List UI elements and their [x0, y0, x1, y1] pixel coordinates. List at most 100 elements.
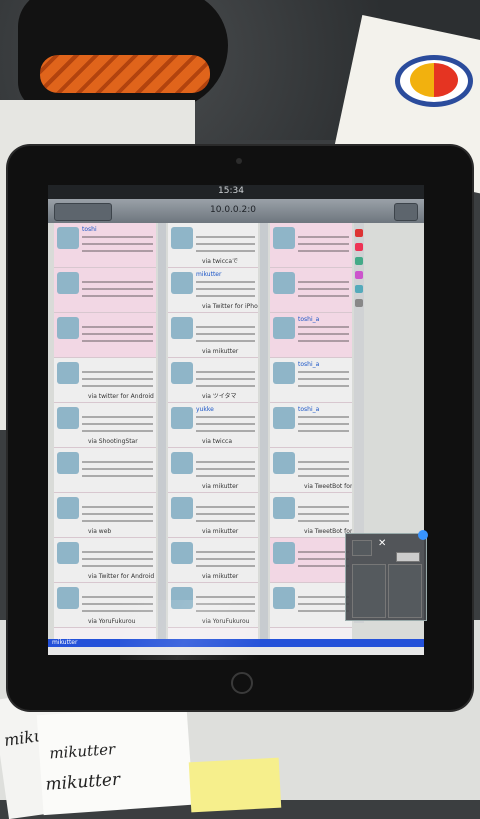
avatar[interactable] — [273, 452, 295, 474]
avatar[interactable] — [273, 227, 295, 249]
timeline-post[interactable] — [54, 313, 156, 358]
url-display[interactable]: 10.0.0.2:0 — [153, 205, 313, 215]
timeline-post[interactable] — [54, 448, 156, 493]
avatar[interactable] — [273, 542, 295, 564]
post-text — [196, 548, 255, 570]
avatar[interactable] — [57, 227, 79, 249]
arrow-keys-icon[interactable] — [352, 540, 372, 556]
shoe-pattern — [40, 55, 210, 93]
timeline-post[interactable]: yukke via twicca — [168, 403, 258, 448]
conference-logo-mark — [410, 63, 458, 97]
home-button[interactable] — [231, 672, 253, 694]
handwritten-note-2: mikutter mikutter — [36, 704, 194, 816]
home-tab-icon[interactable] — [355, 229, 363, 237]
search-tab-icon[interactable] — [355, 285, 363, 293]
timeline-post[interactable]: via TweetBot for iOS — [270, 493, 352, 538]
widget-handle-icon[interactable] — [418, 530, 428, 540]
avatar[interactable] — [273, 407, 295, 429]
timeline-post[interactable]: via mikutter — [168, 538, 258, 583]
avatar[interactable] — [273, 587, 295, 609]
activity-tab-icon[interactable] — [355, 271, 363, 279]
timeline-post[interactable] — [270, 583, 352, 628]
avatar[interactable] — [273, 272, 295, 294]
timeline-post[interactable]: toshi — [54, 223, 156, 268]
post-text — [298, 323, 349, 345]
post-text — [82, 458, 153, 480]
post-username[interactable]: toshi — [82, 226, 97, 233]
mention-tab-icon[interactable] — [355, 243, 363, 251]
timeline-post[interactable]: via mikutter — [168, 313, 258, 358]
timeline-post[interactable]: via Twitter for Android — [54, 538, 156, 583]
avatar[interactable] — [171, 317, 193, 339]
timeline-column-search[interactable]: toshi_a toshi_a toshi_avia TweetBot for iO… — [270, 223, 352, 639]
post-via: via twitter for Android — [88, 393, 154, 400]
timeline-post[interactable]: toshi_a — [270, 313, 352, 358]
close-icon[interactable]: ✕ — [378, 538, 388, 549]
status-time: 15:34 — [218, 186, 244, 196]
avatar[interactable] — [273, 362, 295, 384]
timeline-post[interactable]: via TweetBot for iOS — [270, 448, 352, 493]
camera-icon — [236, 158, 242, 164]
timeline-post[interactable] — [54, 268, 156, 313]
avatar[interactable] — [273, 497, 295, 519]
post-via: via twiccaで — [202, 258, 239, 265]
avatar[interactable] — [57, 542, 79, 564]
timeline-column-home[interactable]: toshi via twitter for Android via Shooting… — [54, 223, 156, 639]
timeline-column-mentions[interactable]: via twiccaで mikutter via Twitter for iPhon… — [168, 223, 258, 639]
avatar[interactable] — [171, 227, 193, 249]
post-via: via mikutter — [202, 483, 239, 490]
scrollbar[interactable] — [158, 223, 166, 639]
timeline-post[interactable] — [270, 268, 352, 313]
back-button[interactable] — [54, 203, 112, 221]
post-username[interactable]: toshi_a — [298, 406, 319, 413]
avatar[interactable] — [57, 272, 79, 294]
timeline-post[interactable]: via web — [54, 493, 156, 538]
post-text — [82, 323, 153, 345]
post-text — [298, 503, 349, 525]
vnc-control-widget[interactable]: ✕ — [345, 533, 427, 621]
timeline-post[interactable]: via twitter for Android — [54, 358, 156, 403]
zoom-pad[interactable] — [352, 564, 386, 618]
timeline-post[interactable] — [270, 538, 352, 583]
avatar[interactable] — [57, 497, 79, 519]
post-text — [82, 233, 153, 255]
post-via: via TweetBot for iOS — [304, 483, 352, 490]
post-username[interactable]: yukke — [196, 406, 214, 413]
timeline-post[interactable]: via mikutter — [168, 448, 258, 493]
avatar[interactable] — [57, 452, 79, 474]
timeline-post[interactable]: mikutter via Twitter for iPhone — [168, 268, 258, 313]
timeline-post[interactable]: toshi_a — [270, 403, 352, 448]
avatar[interactable] — [171, 497, 193, 519]
post-text — [298, 368, 349, 390]
timeline-post[interactable] — [270, 223, 352, 268]
scroll-pad[interactable] — [388, 564, 422, 618]
toggle-button[interactable] — [396, 552, 420, 562]
post-username[interactable]: toshi_a — [298, 316, 319, 323]
post-username[interactable]: mikutter — [196, 271, 221, 278]
post-text — [196, 503, 255, 525]
avatar[interactable] — [171, 272, 193, 294]
avatar[interactable] — [273, 317, 295, 339]
timeline-post[interactable]: via ShootingStar — [54, 403, 156, 448]
avatar[interactable] — [171, 452, 193, 474]
keyboard-button[interactable] — [394, 203, 418, 221]
list-tab-icon[interactable] — [355, 257, 363, 265]
post-text — [82, 278, 153, 300]
avatar[interactable] — [57, 317, 79, 339]
avatar[interactable] — [171, 542, 193, 564]
timeline-post[interactable]: toshi_a — [270, 358, 352, 403]
avatar[interactable] — [57, 362, 79, 384]
avatar[interactable] — [171, 362, 193, 384]
avatar[interactable] — [57, 407, 79, 429]
timeline-post[interactable]: via mikutter — [168, 493, 258, 538]
note-line-3: mikutter — [44, 769, 121, 795]
avatar[interactable] — [171, 407, 193, 429]
timeline-post[interactable]: via ツイタマ — [168, 358, 258, 403]
settings-tab-icon[interactable] — [355, 299, 363, 307]
scrollbar[interactable] — [260, 223, 268, 639]
post-text — [298, 458, 349, 480]
post-text — [82, 413, 153, 435]
post-username[interactable]: toshi_a — [298, 361, 319, 368]
avatar[interactable] — [57, 587, 79, 609]
timeline-post[interactable]: via twiccaで — [168, 223, 258, 268]
